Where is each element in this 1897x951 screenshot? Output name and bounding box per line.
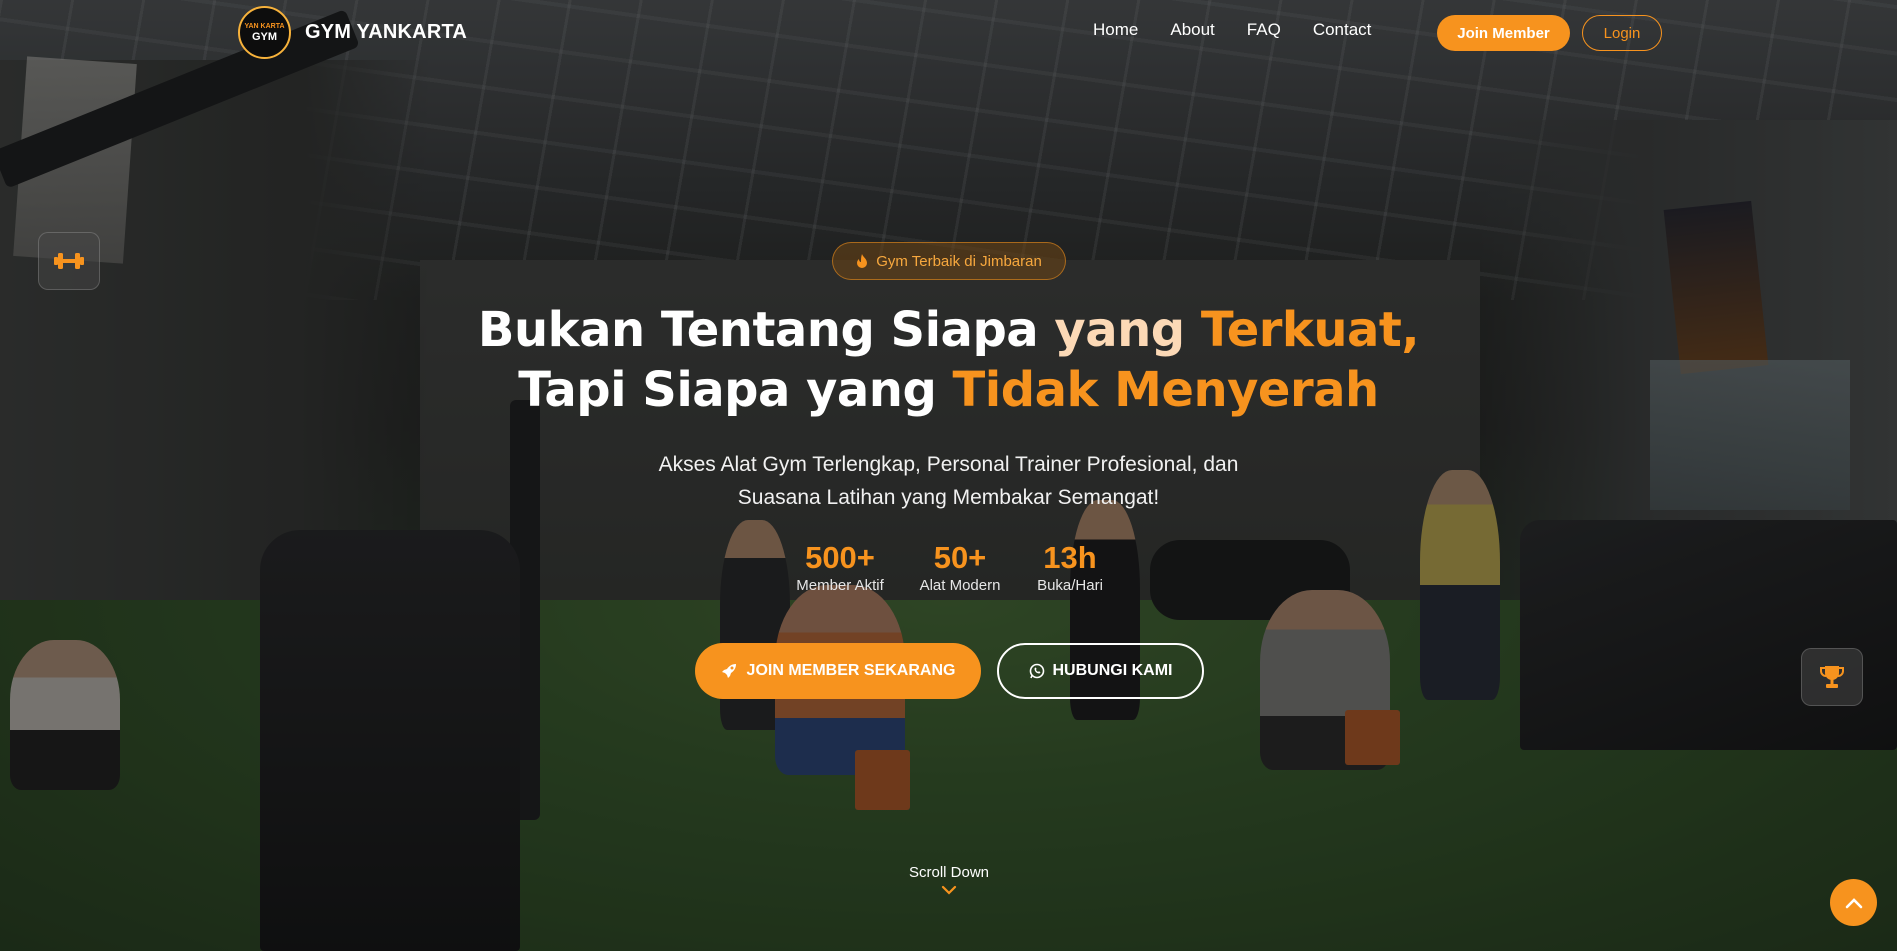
- gym-logo: YAN KARTA GYM: [238, 6, 291, 59]
- stat-label: Buka/Hari: [1037, 577, 1103, 594]
- floating-trophy: [1801, 648, 1863, 706]
- stat-value: 13h: [1043, 540, 1097, 575]
- scroll-down[interactable]: Scroll Down: [898, 864, 1000, 895]
- headline-line2-orange: Tidak Menyerah: [952, 362, 1380, 418]
- headline-line1-white: Bukan Tentang Siapa: [477, 302, 1055, 358]
- stat-members: 500+ Member Aktif: [780, 540, 900, 596]
- nav-link-home[interactable]: Home: [1093, 20, 1138, 40]
- logo-text-top: YAN KARTA: [244, 22, 285, 30]
- join-member-button[interactable]: Join Member: [1437, 15, 1570, 51]
- stat-value: 50+: [933, 540, 987, 575]
- nav-link-contact[interactable]: Contact: [1313, 20, 1372, 40]
- chevron-up-icon: [1845, 897, 1862, 908]
- rocket-icon: [721, 664, 736, 678]
- login-button[interactable]: Login: [1582, 15, 1662, 51]
- hero-subtitle: Akses Alat Gym Terlengkap, Personal Trai…: [560, 448, 1337, 514]
- navbar: YAN KARTA GYM GYM YANKARTA Home About FA…: [0, 0, 1897, 66]
- headline-line1-orange: Terkuat,: [1200, 302, 1420, 358]
- brand[interactable]: YAN KARTA GYM GYM YANKARTA: [238, 6, 467, 59]
- stat-label: Member Aktif: [796, 577, 884, 594]
- nav-link-faq[interactable]: FAQ: [1247, 20, 1281, 40]
- contact-us-button[interactable]: HUBUNGI KAMI: [997, 643, 1204, 699]
- stat-label: Alat Modern: [919, 577, 1001, 594]
- chevron-down-icon: [941, 885, 957, 895]
- stat-hours: 13h Buka/Hari: [1020, 540, 1120, 596]
- dumbbell-icon: [54, 253, 84, 269]
- fire-icon: [857, 254, 868, 268]
- logo-text-bottom: GYM: [251, 30, 278, 43]
- back-to-top-button[interactable]: [1830, 879, 1877, 926]
- stat-equipment: 50+ Alat Modern: [900, 540, 1020, 596]
- hero-badge-text: Gym Terbaik di Jimbaran: [876, 252, 1042, 270]
- hero-headline: Bukan Tentang Siapa yang Terkuat, Tapi S…: [400, 300, 1497, 420]
- hero-badge: Gym Terbaik di Jimbaran: [832, 242, 1066, 280]
- join-member-now-button[interactable]: JOIN MEMBER SEKARANG: [695, 643, 981, 699]
- whatsapp-icon: [1029, 663, 1044, 679]
- trophy-icon: [1820, 666, 1844, 688]
- brand-name: GYM YANKARTA: [305, 21, 468, 43]
- subtitle-line2: Suasana Latihan yang Membakar Semangat!: [737, 486, 1160, 509]
- subtitle-line1: Akses Alat Gym Terlengkap, Personal Trai…: [658, 453, 1239, 476]
- floating-dumbbell: [38, 232, 100, 290]
- scroll-down-label: Scroll Down: [908, 864, 990, 881]
- contact-us-label: HUBUNGI KAMI: [1052, 662, 1173, 679]
- headline-line2-white: Tapi Siapa yang: [518, 362, 953, 418]
- stat-value: 500+: [805, 540, 875, 575]
- join-member-now-label: JOIN MEMBER SEKARANG: [746, 662, 956, 679]
- headline-line1-peach: yang: [1054, 302, 1201, 358]
- hero-stats: 500+ Member Aktif 50+ Alat Modern 13h Bu…: [780, 540, 1120, 596]
- nav-links: Home About FAQ Contact: [1093, 20, 1403, 40]
- nav-link-about[interactable]: About: [1170, 20, 1214, 40]
